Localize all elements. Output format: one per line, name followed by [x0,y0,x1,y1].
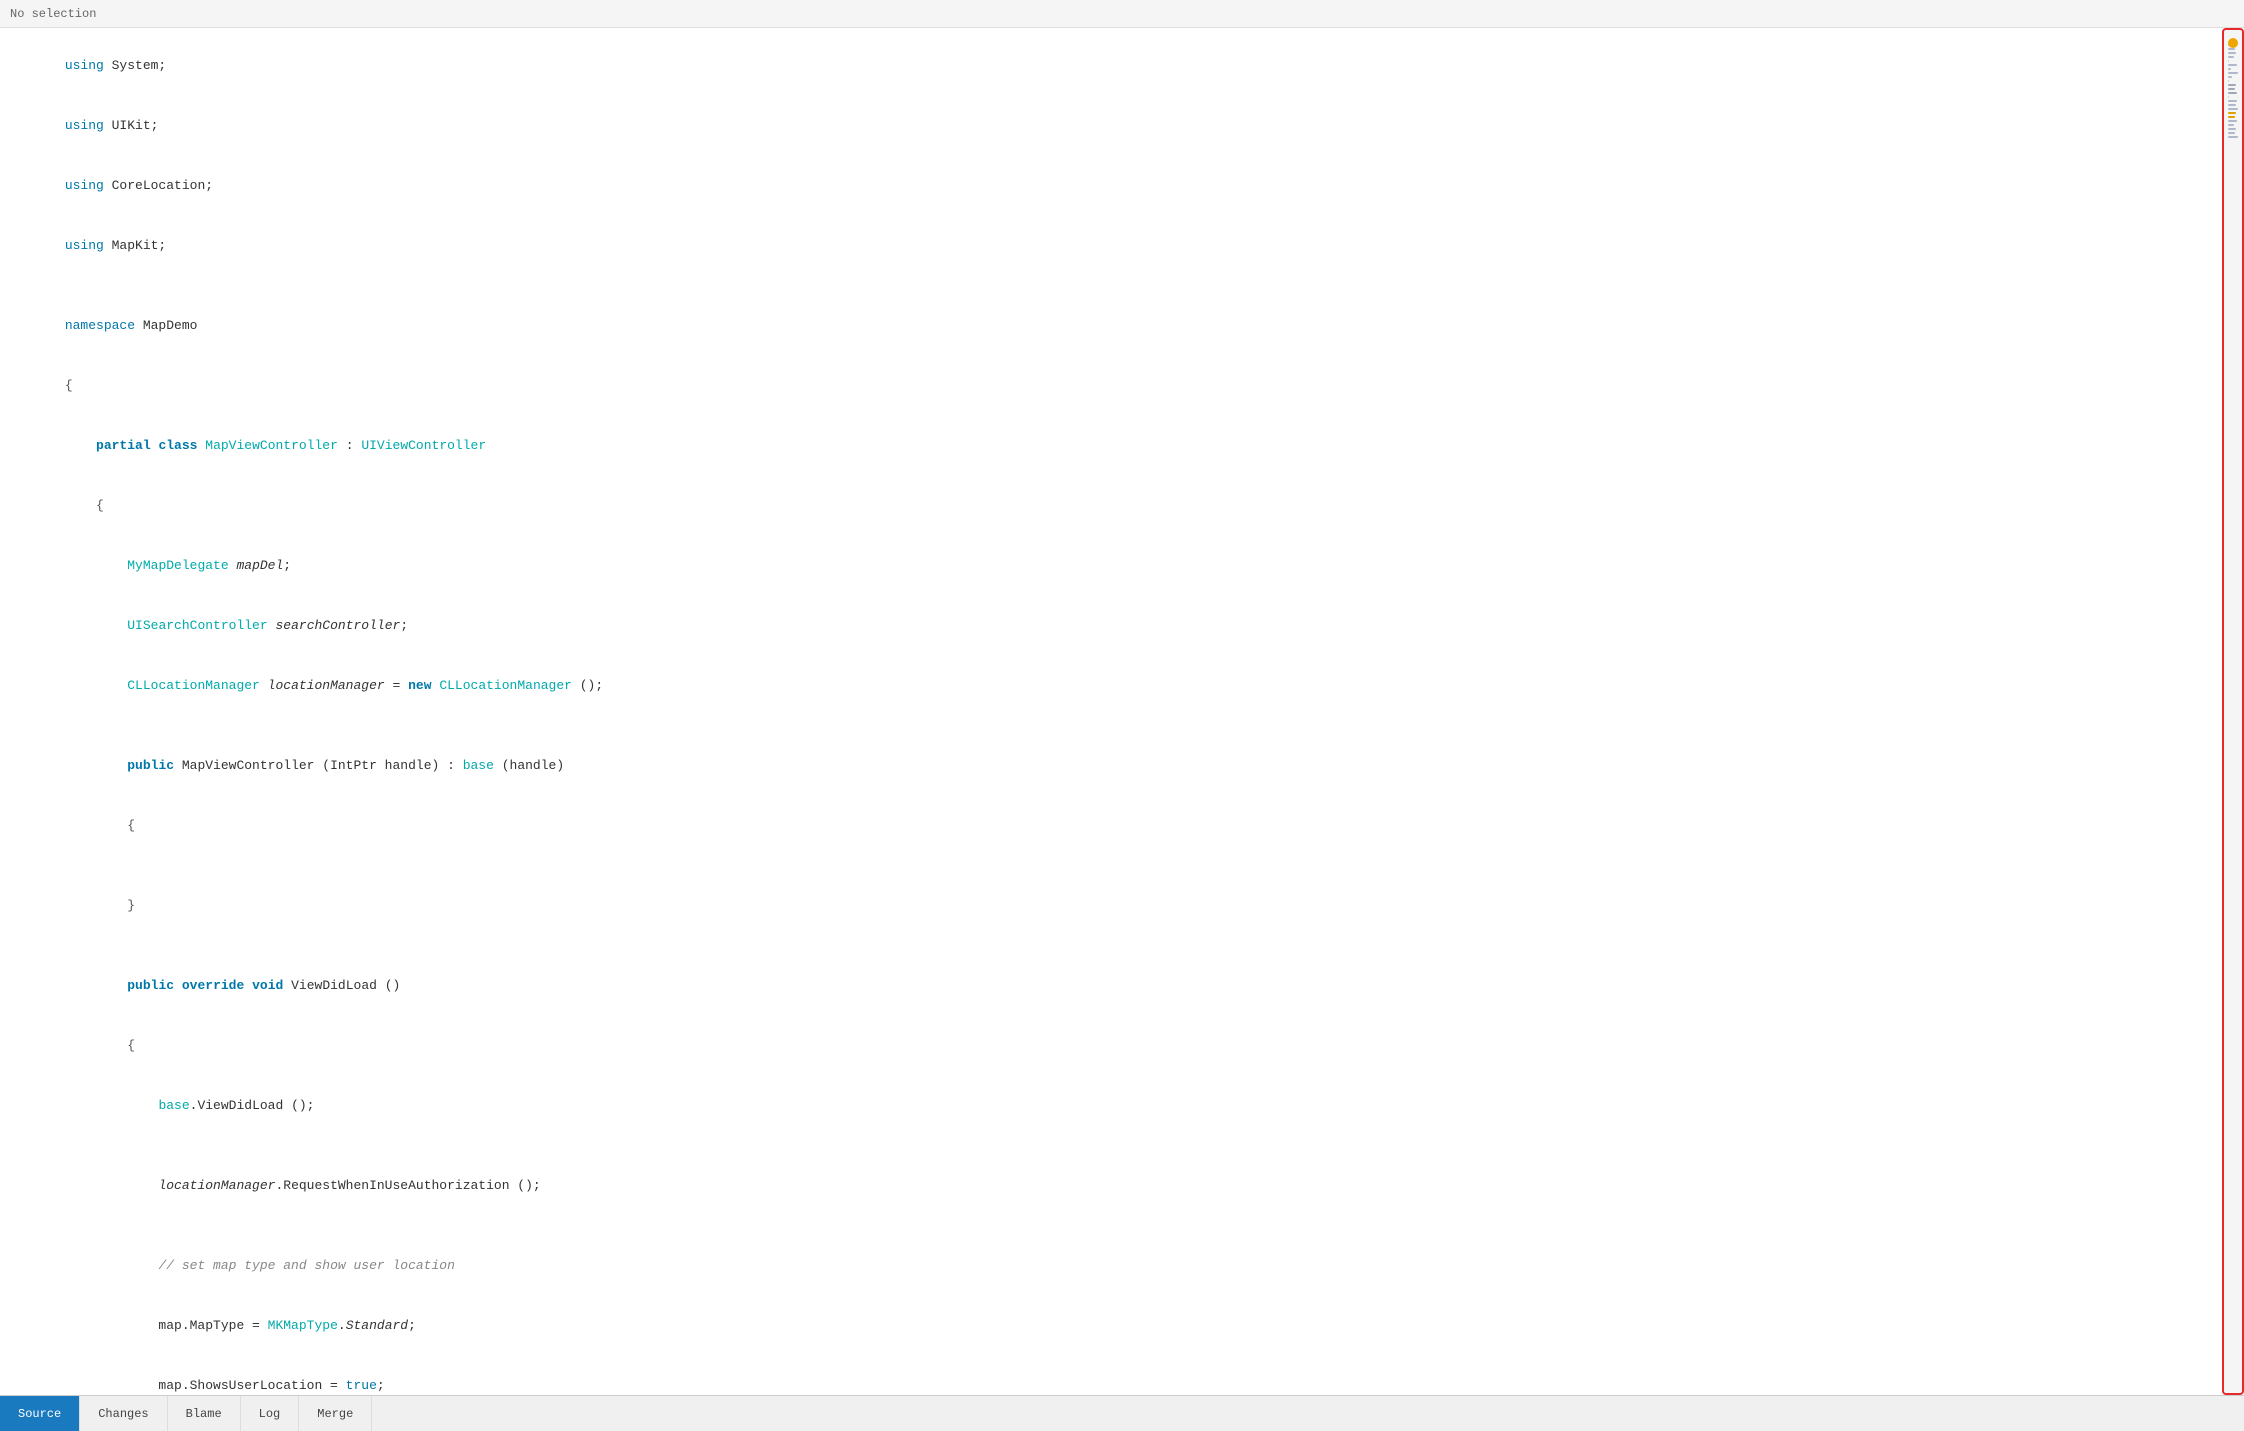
scrollbar-position-indicator [2228,38,2238,48]
code-line-3: using CoreLocation; [16,156,2222,216]
selection-title: No selection [10,7,96,21]
code-line-23: locationManager.RequestWhenInUseAuthoriz… [16,1156,2222,1216]
code-line-4: using MapKit; [16,216,2222,276]
code-line-7: { [16,356,2222,416]
code-line-8: partial class MapViewController : UIView… [16,416,2222,476]
code-line-18 [16,936,2222,956]
tab-log[interactable]: Log [241,1396,300,1431]
code-line-26: map.MapType = MKMapType.Standard; [16,1296,2222,1356]
tab-changes[interactable]: Changes [80,1396,167,1431]
code-line-16 [16,856,2222,876]
code-line-13 [16,716,2222,736]
code-line-6: namespace MapDemo [16,296,2222,356]
code-line-17: } [16,876,2222,936]
code-line-25: // set map type and show user location [16,1236,2222,1296]
code-line-1: using System; [16,36,2222,96]
code-line-19: public override void ViewDidLoad () [16,956,2222,1016]
code-line-14: public MapViewController (IntPtr handle)… [16,736,2222,796]
code-line-22 [16,1136,2222,1156]
code-line-24 [16,1216,2222,1236]
tab-blame[interactable]: Blame [168,1396,241,1431]
top-bar: No selection [0,0,2244,28]
code-line-2: using UIKit; [16,96,2222,156]
code-line-11: UISearchController searchController; [16,596,2222,656]
tab-merge[interactable]: Merge [299,1396,372,1431]
main-content: using System; using UIKit; using CoreLoc… [0,28,2244,1395]
scrollbar[interactable] [2222,28,2244,1395]
code-line-12: CLLocationManager locationManager = new … [16,656,2222,716]
code-line-10: MyMapDelegate mapDel; [16,536,2222,596]
code-line-15: { [16,796,2222,856]
code-editor[interactable]: using System; using UIKit; using CoreLoc… [0,28,2222,1395]
code-line-20: { [16,1016,2222,1076]
code-line-27: map.ShowsUserLocation = true; [16,1356,2222,1395]
code-line-9: { [16,476,2222,536]
code-line-5 [16,276,2222,296]
tab-source[interactable]: Source [0,1396,80,1431]
bottom-tab-bar: Source Changes Blame Log Merge [0,1395,2244,1431]
code-line-21: base.ViewDidLoad (); [16,1076,2222,1136]
